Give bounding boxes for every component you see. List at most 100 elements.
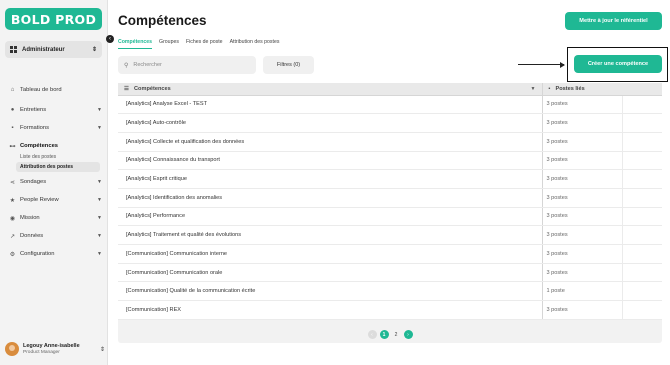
list-icon: ☰ xyxy=(124,85,130,92)
gear-icon: ⚙ xyxy=(9,251,16,258)
competence-name: [Analytics] Esprit critique xyxy=(118,169,543,189)
pagination: ‹ 1 2 › xyxy=(118,326,662,343)
empty-cell xyxy=(622,188,662,208)
prev-page-icon[interactable]: ‹ xyxy=(367,330,377,339)
empty-cell xyxy=(622,95,662,115)
competence-name: [Communication] REX xyxy=(118,300,543,320)
table-row[interactable]: [Analytics] Esprit critique 3 postes xyxy=(118,169,662,189)
table-row[interactable]: [Communication] Qualité de la communicat… xyxy=(118,281,662,302)
sidebar-item-people-review[interactable]: ★ People Review ▼ xyxy=(0,194,108,206)
table-row[interactable]: [Communication] REX 3 postes xyxy=(118,300,662,320)
table-row[interactable]: [Analytics] Performance 3 postes xyxy=(118,207,662,227)
chevron-left-icon[interactable]: ‹ xyxy=(106,35,114,43)
table-row[interactable]: [Analytics] Collecte et qualification de… xyxy=(118,132,662,152)
role-selector[interactable]: Administrateur ⇕ xyxy=(5,41,102,58)
table-row[interactable]: [Communication] Communication interne 3 p… xyxy=(118,244,662,264)
table-row[interactable]: [Analytics] Analyse Excel - TEST 3 postes xyxy=(118,95,662,115)
annotation-arrow xyxy=(518,61,565,68)
tab-1[interactable]: Groupes xyxy=(159,39,179,49)
empty-cell xyxy=(622,300,662,320)
column-header-competences[interactable]: ☰ Compétences ▼ xyxy=(118,83,543,96)
user-profile[interactable]: Legouy Anne-isabelle Product Manager ⇕ xyxy=(5,340,105,358)
chevron-down-icon: ▼ xyxy=(97,251,102,257)
sidebar-item-label: People Review xyxy=(20,197,59,203)
table-row[interactable]: [Analytics] Identification des anomalies… xyxy=(118,188,662,208)
empty-cell xyxy=(622,207,662,227)
empty-cell xyxy=(622,225,662,245)
competence-name: [Analytics] Identification des anomalies xyxy=(118,188,543,208)
updown-chevron-icon: ⇕ xyxy=(91,47,97,53)
sidebar-nav: ⌂ Tableau de bord ● Entretiens ▼ ▪ Formations ▼… xyxy=(0,84,108,266)
sidebar-item-label: Configuration xyxy=(20,251,55,257)
tab-0[interactable]: Compétences xyxy=(118,39,153,49)
sidebar-item-mission[interactable]: ◉ Mission ▼ xyxy=(0,212,108,224)
table-row[interactable]: [Analytics] Traitement et qualité des év… xyxy=(118,225,662,245)
sidebar-item-label: Tableau de bord xyxy=(20,87,62,93)
chevron-down-icon: ▼ xyxy=(97,179,102,185)
empty-cell xyxy=(622,151,662,171)
sidebar-item-label: Données xyxy=(20,233,44,239)
postes-count: 3 postes xyxy=(542,188,623,208)
app-logo[interactable]: BOLD PROD xyxy=(5,8,102,30)
sidebar-subitem[interactable]: Liste des postes xyxy=(0,152,108,162)
chevron-down-icon: ▼ xyxy=(97,233,102,239)
chevron-down-icon: ▼ xyxy=(97,125,102,131)
column-header-postes[interactable]: ▪ Postes liés xyxy=(542,83,622,96)
postes-count: 3 postes xyxy=(542,132,623,152)
search-input[interactable]: ⚲ Rechercher xyxy=(118,56,256,74)
empty-cell xyxy=(622,281,662,302)
sidebar-item-entretiens[interactable]: ● Entretiens ▼ xyxy=(0,104,108,116)
chevron-down-icon: ▼ xyxy=(97,107,102,113)
empty-cell xyxy=(622,244,662,264)
empty-cell xyxy=(622,132,662,152)
competence-name: [Communication] Communication interne xyxy=(118,244,543,264)
sidebar-item-formations[interactable]: ▪ Formations ▼ xyxy=(0,122,108,134)
competences-table: ☰ Compétences ▼ ▪ Postes liés [Analytics] A… xyxy=(118,83,662,343)
compass-icon: ◉ xyxy=(9,215,16,222)
sidebar-item-données[interactable]: ↗ Données ▼ xyxy=(0,230,108,242)
sidebar-subitem[interactable]: Attribution des postes xyxy=(16,162,100,172)
sidebar-item-tableau-de-bord[interactable]: ⌂ Tableau de bord xyxy=(0,84,108,96)
next-page-icon[interactable]: › xyxy=(403,330,413,339)
page-2-button[interactable]: 2 xyxy=(392,330,401,339)
tab-bar: Compétences Groupes Fiches de poste Attribu… xyxy=(118,39,279,49)
postes-count: 3 postes xyxy=(542,169,623,189)
sidebar-item-label: Mission xyxy=(20,215,40,221)
empty-cell xyxy=(622,263,662,283)
home-icon: ⌂ xyxy=(10,87,15,93)
sidebar-item-label: Sondages xyxy=(20,179,47,185)
tab-3[interactable]: Attribution des postes xyxy=(230,39,280,49)
postes-count: 3 postes xyxy=(542,113,623,133)
user-name: Legouy Anne-isabelle xyxy=(23,343,80,349)
postes-count: 1 poste xyxy=(542,281,623,302)
page-1-button[interactable]: 1 xyxy=(379,330,389,339)
dumbbell-icon: ⊷ xyxy=(9,143,16,150)
chevron-down-icon: ▼ xyxy=(97,215,102,221)
create-competence-button[interactable]: Créer une compétence xyxy=(574,55,662,73)
sidebar-item-sondages[interactable]: ⋖ Sondages ▼ xyxy=(0,176,108,188)
postes-count: 3 postes xyxy=(542,151,623,171)
competence-name: [Communication] Qualité de la communicat… xyxy=(118,281,543,302)
tab-2[interactable]: Fiches de poste xyxy=(186,39,223,49)
table-row[interactable]: [Communication] Communication orale 3 pos… xyxy=(118,263,662,283)
update-referential-button[interactable]: Mettre à jour le référentiel xyxy=(565,12,662,30)
chevron-down-icon[interactable]: ▼ xyxy=(531,86,536,92)
table-row[interactable]: [Analytics] Connaissance du transport 3 p… xyxy=(118,151,662,171)
sidebar-item-label: Formations xyxy=(20,125,49,131)
postes-count: 3 postes xyxy=(542,244,623,264)
star-icon: ★ xyxy=(9,197,16,204)
sidebar-item-configuration[interactable]: ⚙ Configuration ▼ xyxy=(0,248,108,260)
postes-count: 3 postes xyxy=(542,207,623,227)
table-row[interactable]: [Analytics] Auto-contrôle 3 postes xyxy=(118,113,662,133)
sidebar-item-label: Compétences xyxy=(20,143,59,149)
page-title: Compétences xyxy=(118,13,207,28)
competence-name: [Analytics] Connaissance du transport xyxy=(118,151,543,171)
user-title: Product Manager xyxy=(23,350,60,355)
filters-button[interactable]: Filtres (0) xyxy=(263,56,314,74)
competence-name: [Analytics] Auto-contrôle xyxy=(118,113,543,133)
grid-icon xyxy=(10,46,17,53)
competence-name: [Analytics] Traitement et qualité des év… xyxy=(118,225,543,245)
sidebar-item-compétences[interactable]: ⊷ Compétences xyxy=(0,140,108,152)
competence-name: [Analytics] Collecte et qualification de… xyxy=(118,132,543,152)
competence-name: [Communication] Communication orale xyxy=(118,263,543,283)
